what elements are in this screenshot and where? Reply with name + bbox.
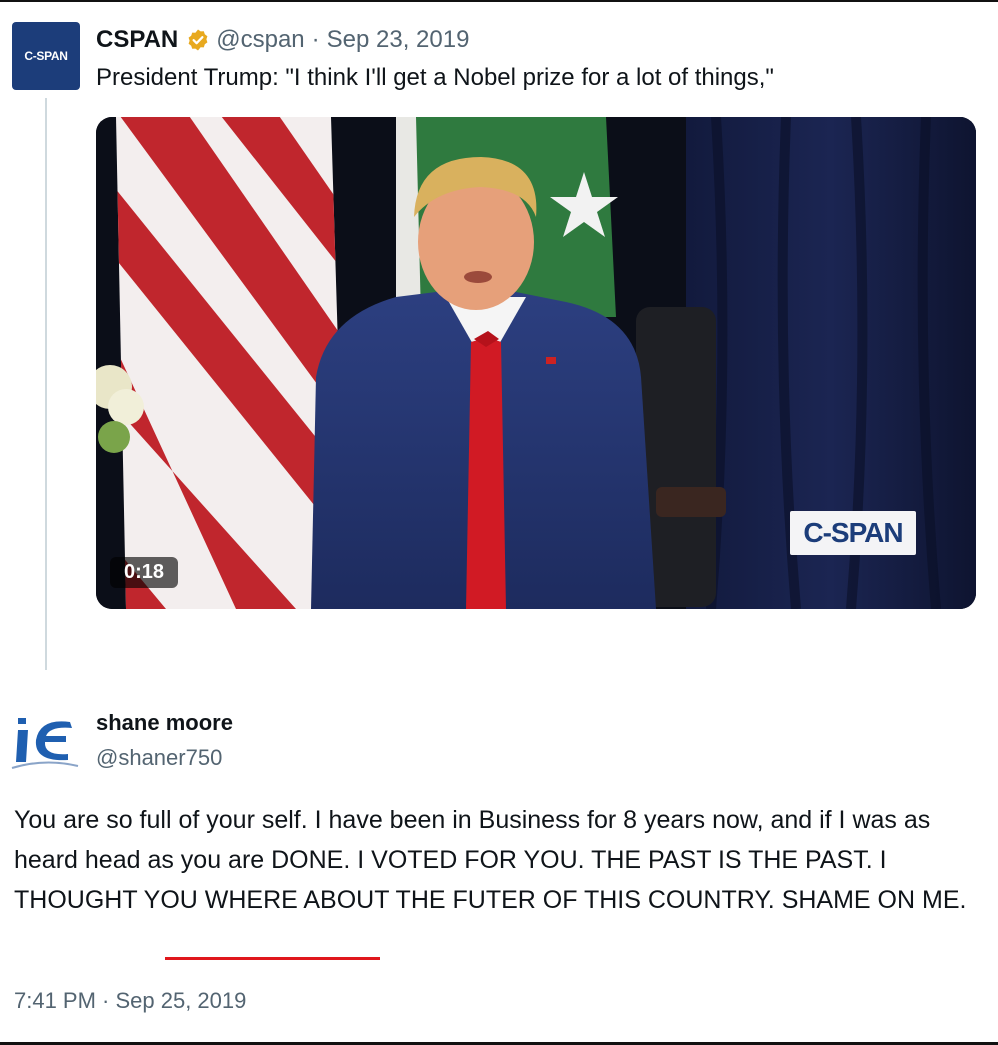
verified-badge-icon [186, 28, 210, 52]
cspan-avatar[interactable]: C-SPAN [12, 22, 80, 90]
reply-author-handle[interactable]: @shaner750 [96, 745, 222, 771]
quoted-tweet-text: President Trump: "I think I'll get a Nob… [96, 64, 774, 91]
quoted-tweet-header: CSPAN @cspan · Sep 23, 2019 [96, 26, 469, 54]
cspan-watermark: C-SPAN [790, 511, 916, 555]
reply-tweet-text: You are so full of your self. I have bee… [14, 800, 984, 920]
tweet-date[interactable]: Sep 23, 2019 [327, 26, 470, 54]
reply-text-emphasis: SHAME ON ME. [781, 886, 967, 914]
reply-timestamp[interactable]: 7:41 PM · Sep 25, 2019 [14, 988, 246, 1014]
separator-dot: · [311, 26, 320, 53]
author-name[interactable]: CSPAN [96, 26, 178, 54]
thread-connector-line [45, 98, 47, 670]
shane-moore-avatar-logo-icon[interactable] [10, 710, 80, 774]
red-underline-annotation [165, 957, 380, 960]
cspan-avatar-label: C-SPAN [24, 49, 68, 63]
video-player[interactable]: 0:18 C-SPAN [96, 117, 976, 609]
reply-author-name[interactable]: shane moore [96, 710, 233, 736]
screenshot-frame: C-SPAN CSPAN @cspan · Sep 23, 2019 Presi… [0, 0, 998, 1045]
video-duration-badge: 0:18 [110, 557, 179, 588]
author-handle[interactable]: @cspan [216, 26, 304, 54]
